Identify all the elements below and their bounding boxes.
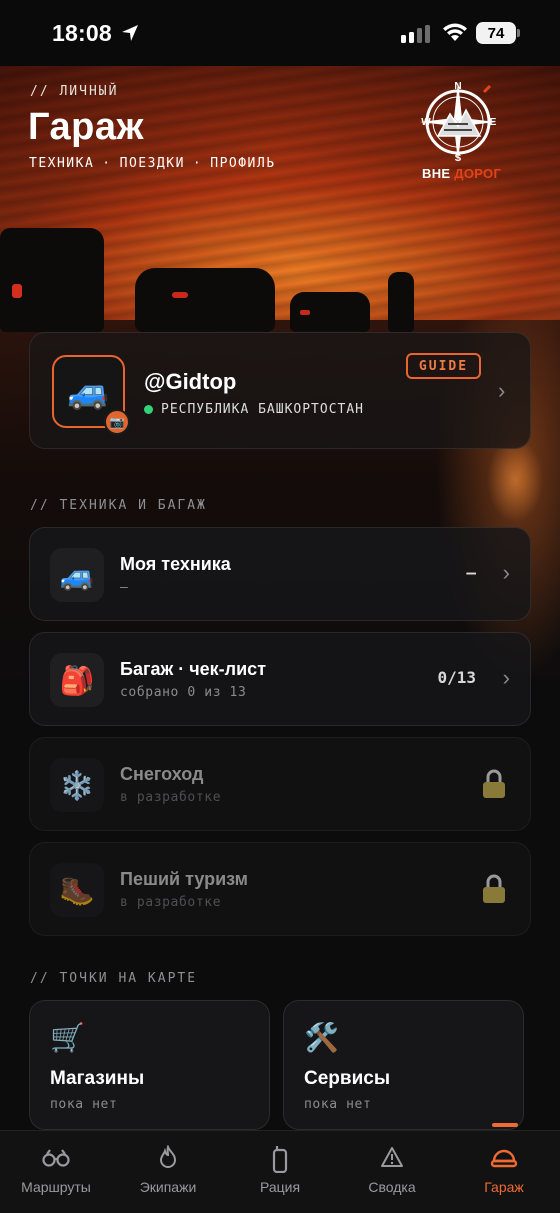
row-snowmobile: ❄️ Снегоход в разработке (29, 737, 531, 831)
logo-wordmark: ВНЕ ДОРОГ (422, 166, 502, 181)
profile-card[interactable]: 🚙 📷 @Gidtop РЕСПУБЛИКА БАШКОРТОСТАН GUID… (29, 332, 531, 449)
snowflake-icon: ❄️ (50, 758, 104, 812)
row-value: — (466, 563, 476, 582)
nav-item-technika[interactable]: ТЕХНИКА (29, 156, 94, 171)
checklist-progress: 0/13 (437, 668, 476, 687)
car-emoji-icon: 🚙 (67, 372, 110, 411)
svg-text:N: N (454, 81, 461, 92)
shopping-cart-icon: 🛒 (50, 1022, 85, 1053)
active-tab-indicator (492, 1123, 518, 1127)
tab-garage[interactable]: Гараж (448, 1131, 560, 1213)
lock-icon (483, 874, 505, 903)
chevron-right-icon: › (502, 560, 510, 585)
backpack-icon: 🎒 (50, 653, 104, 707)
nav-item-poezdki[interactable]: ПОЕЗДКИ (120, 156, 185, 171)
battery-indicator: 74 (476, 22, 516, 44)
tab-summary[interactable]: Сводка (336, 1131, 448, 1213)
buggy-silhouette (135, 268, 275, 332)
person-silhouette (388, 272, 414, 332)
tab-radio[interactable]: Рация (224, 1131, 336, 1213)
username: @Gidtop (144, 369, 237, 394)
tools-icon: 🛠️ (304, 1022, 339, 1053)
tab-crews[interactable]: Экипажи (112, 1131, 224, 1213)
warning-icon (381, 1147, 403, 1167)
row-my-vehicle[interactable]: 🚙 Моя техника — — › (29, 527, 531, 621)
car-icon: 🚙 (50, 548, 104, 602)
row-title: Снегоход (120, 764, 204, 784)
row-subtitle: в разработке (120, 790, 222, 805)
status-time: 18:08 (52, 20, 112, 46)
nav-separator: · (192, 156, 203, 171)
row-title: Моя техника (120, 554, 231, 574)
signal-icon (401, 25, 430, 43)
row-baggage-checklist[interactable]: 🎒 Багаж · чек-лист собрано 0 из 13 0/13 … (29, 632, 531, 726)
bottom-tab-bar: Маршруты Экипажи Рация Сводка Гараж (0, 1130, 560, 1213)
section-title-gear: // ТЕХНИКА И БАГАЖ (30, 498, 207, 513)
tile-title: Магазины (50, 1068, 145, 1089)
boot-icon: 🥾 (50, 863, 104, 917)
region-label: РЕСПУБЛИКА БАШКОРТОСТАН (161, 402, 365, 417)
wifi-icon (443, 23, 467, 41)
tile-subtitle: пока нет (304, 1097, 372, 1112)
svg-text:E: E (490, 117, 497, 128)
guide-badge: GUIDE (406, 353, 481, 379)
svg-text:W: W (421, 117, 431, 128)
row-subtitle: — (120, 580, 129, 595)
svg-text:S: S (455, 153, 462, 164)
chevron-right-icon: › (502, 665, 510, 690)
tile-title: Сервисы (304, 1068, 391, 1089)
camera-icon[interactable]: 📷 (104, 409, 130, 435)
status-bar: 18:08 74 (0, 0, 560, 66)
header-nav: ТЕХНИКА · ПОЕЗДКИ · ПРОФИЛЬ (29, 156, 276, 171)
location-arrow-icon (122, 25, 138, 41)
row-title: Багаж · чек-лист (120, 659, 267, 679)
radio-icon (272, 1146, 288, 1173)
tab-routes[interactable]: Маршруты (0, 1131, 112, 1213)
flame-icon (159, 1145, 177, 1168)
lock-icon (483, 769, 505, 798)
row-subtitle: в разработке (120, 895, 222, 910)
jeep-silhouette (0, 228, 104, 332)
nav-separator: · (102, 156, 112, 171)
section-title-map: // ТОЧКИ НА КАРТЕ (30, 971, 198, 986)
tile-subtitle: пока нет (50, 1097, 118, 1112)
header-tag: // ЛИЧНЫЙ (30, 84, 119, 99)
profile-region: РЕСПУБЛИКА БАШКОРТОСТАН (144, 402, 364, 417)
row-hiking: 🥾 Пеший туризм в разработке (29, 842, 531, 936)
binoculars-icon (42, 1149, 70, 1167)
row-subtitle: собрано 0 из 13 (120, 685, 247, 700)
page-title: Гараж (28, 106, 144, 148)
row-title: Пеший туризм (120, 869, 248, 889)
nav-item-profil[interactable]: ПРОФИЛЬ (210, 156, 275, 171)
helmet-icon (490, 1149, 518, 1168)
tile-shops[interactable]: 🛒 Магазины пока нет (29, 1000, 270, 1130)
tile-services[interactable]: 🛠️ Сервисы пока нет (283, 1000, 524, 1130)
online-status-dot (144, 405, 153, 414)
chevron-right-icon: › (498, 378, 506, 403)
